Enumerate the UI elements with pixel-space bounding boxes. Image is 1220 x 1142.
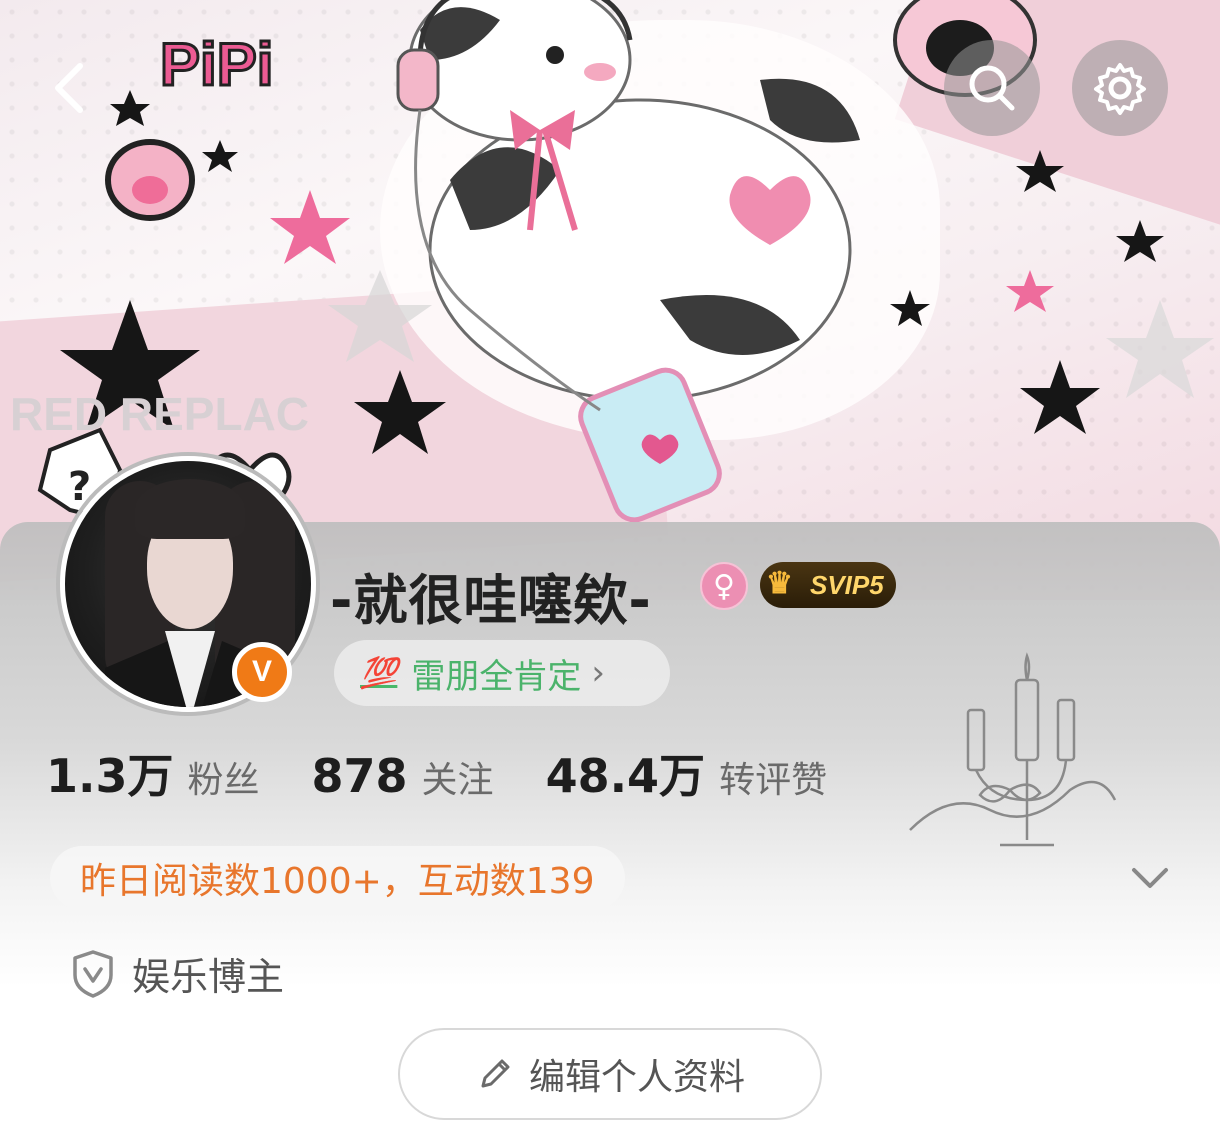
stat-value: 1.3万 [46, 749, 174, 803]
avatar-block[interactable]: V [36, 420, 316, 712]
stat-following[interactable]: 878 关注 [312, 749, 494, 803]
candelabra-decoration [909, 652, 1117, 847]
search-icon [969, 65, 1015, 111]
stat-label: 粉丝 [187, 760, 260, 801]
female-gender-icon: ♀ [700, 562, 748, 610]
stat-value: 48.4万 [545, 749, 706, 803]
profile-tag-label: 雷朋全肯定 [411, 656, 582, 697]
yesterday-reads-summary[interactable]: 昨日阅读数1000+，互动数139 [50, 846, 625, 910]
creator-role[interactable]: 娱乐博主 [70, 946, 284, 1001]
back-arrow-icon [55, 63, 83, 113]
chevron-right-icon: › [591, 653, 605, 693]
verified-badge-icon: V [232, 642, 292, 702]
gear-icon [1094, 63, 1146, 115]
edit-profile-button[interactable]: 编辑个人资料 [398, 1028, 822, 1120]
avatar-bangs [135, 479, 245, 539]
search-button[interactable] [944, 40, 1040, 136]
stat-label: 转评赞 [719, 760, 828, 801]
svip-label: SVIP5 [810, 569, 884, 600]
svg-text:PiPi: PiPi [160, 31, 273, 98]
shield-v-icon [73, 949, 113, 998]
stats-row: 1.3万 粉丝 878 关注 48.4万 转评赞 [46, 740, 879, 806]
stat-label: 关注 [421, 760, 494, 801]
stat-value: 878 [311, 749, 408, 803]
profile-tag-chip[interactable]: 💯 雷朋全肯定 › [334, 640, 670, 706]
profile-name: -就很哇噻欸- [330, 569, 652, 632]
back-button[interactable] [24, 40, 120, 136]
chevron-down-icon [1132, 868, 1168, 888]
hundred-points-icon: 💯 [360, 655, 398, 691]
settings-button[interactable] [1072, 40, 1168, 136]
edit-profile-label: 编辑个人资料 [528, 1057, 745, 1098]
expand-button[interactable] [1124, 856, 1176, 900]
stat-interactions[interactable]: 48.4万 转评赞 [546, 740, 828, 806]
creator-role-label: 娱乐博主 [132, 955, 285, 999]
pencil-icon [481, 1059, 510, 1088]
stat-followers[interactable]: 1.3万 粉丝 [46, 740, 260, 806]
svip-badge[interactable]: ♛ SVIP5 [760, 562, 896, 608]
crown-icon: ♛ [766, 567, 793, 600]
